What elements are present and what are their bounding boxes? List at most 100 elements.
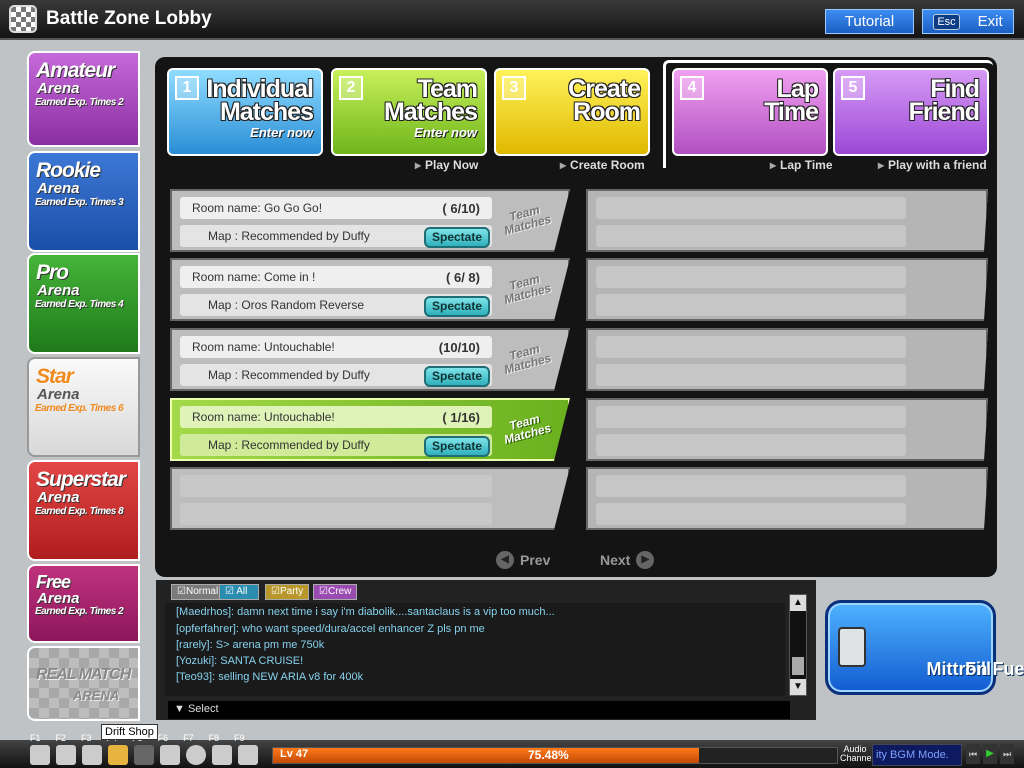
room-count: ( 1/16) [442,410,480,425]
arena-sub: Arena [37,590,80,607]
shortcut-icon[interactable] [30,745,50,765]
spectate-button[interactable]: Spectate [424,436,490,457]
arena-amateur[interactable]: Amateur Arena Earned Exp. Times 2 [27,51,140,147]
chat-scrollbar[interactable]: ▲ ▼ [789,594,807,696]
spectate-button[interactable]: Spectate [424,296,490,317]
enter-now-label: Enter now [414,125,477,140]
arena-exp: Earned Exp. Times 6 [35,403,124,414]
arena-superstar[interactable]: Superstar Arena Earned Exp. Times 8 [27,460,140,561]
mode-lap-time[interactable]: 4 Lap Time [672,68,828,156]
gear-icon[interactable] [186,745,206,765]
shortcut-icons [30,745,258,765]
spectate-button[interactable]: Spectate [424,366,490,387]
empty-field [180,475,492,497]
chat-select-dropdown[interactable]: ▼ Select [168,701,790,719]
shortcut-icon[interactable] [134,745,154,765]
room-name-field: Room name: Come in ! ( 6/ 8) [180,266,492,288]
checkbox-icon: ☑ [177,586,186,597]
fkey-label: F6 [157,733,169,743]
room-mode-tag: Team Matches [500,201,553,237]
select-label: Select [187,703,219,715]
arena-free[interactable]: Free Arena Earned Exp. Times 2 [27,564,140,643]
play-now-link[interactable]: Play Now [415,158,478,172]
chat-tab-normal[interactable]: ☑Normal [171,584,225,600]
tutorial-button[interactable]: Tutorial [825,9,914,34]
mode-find-friend[interactable]: 5 Find Friend [833,68,989,156]
chat-message: [opferfahrer]: who want speed/dura/accel… [176,623,485,635]
audio-channel-button[interactable]: Audio Channel [840,745,874,763]
arena-exp: Earned Exp. Times 2 [35,97,124,108]
tutorial-label: Tutorial [844,13,895,30]
tab-label: All [236,586,248,597]
arena-sub: ARENA [73,688,120,703]
exit-button[interactable]: Esc Exit [922,9,1014,34]
chat-tab-all[interactable]: ☑ All [219,584,259,600]
shortcut-icon[interactable] [212,745,232,765]
checkered-flag-icon [9,5,37,33]
mode-team-matches[interactable]: 2 Team Matches Enter now [331,68,487,156]
xp-bar-fill [273,748,699,763]
room-row[interactable]: Room name: Go Go Go!( 6/10) Map : Recomm… [170,189,570,252]
room-name-field: Room name: Untouchable! ( 1/16) [180,406,492,428]
mode-number: 4 [680,76,704,100]
arena-sub: Arena [37,282,80,299]
next-track-icon[interactable]: ⏭ [1000,744,1014,764]
mode-individual-matches[interactable]: 1 Individual Matches Enter now [167,68,323,156]
shortcut-icon[interactable] [238,745,258,765]
chat-message: [Yozuki]: SANTA CRUISE! [176,655,304,667]
arena-real-match[interactable]: REAL MATCH ARENA [27,646,140,721]
room-slot-empty [586,467,988,530]
mode-title-2: Time [764,98,819,126]
mode-number: 2 [339,76,363,100]
chat-tab-party[interactable]: ☑Party [265,584,310,600]
scroll-thumb[interactable] [792,657,804,675]
fkey-label: F9 [234,733,245,743]
room-name: Room name: Untouchable! [192,340,335,354]
arena-exp: Earned Exp. Times 4 [35,299,124,310]
shortcut-icon[interactable] [56,745,76,765]
play-with-friend-link[interactable]: Play with a friend [878,158,987,172]
fuel-pump-icon [838,627,866,667]
room-slot-empty [586,328,988,391]
prev-button[interactable]: ◀ Prev [496,551,550,569]
level-label: Lv 47 [280,748,309,760]
room-name: Room name: Come in ! [192,270,316,284]
mode-create-room[interactable]: 3 Create Room [494,68,650,156]
xp-percent: 75.48% [528,748,569,762]
mode-number: 3 [502,76,526,100]
room-row[interactable]: Room name: Untouchable! (10/10) Map : Rec… [170,328,570,391]
window-title: Battle Zone Lobby [46,8,212,29]
esc-key-label: Esc [933,13,960,30]
arena-star[interactable]: Star Arena Earned Exp. Times 6 [27,357,140,457]
shortcut-icon[interactable] [160,745,180,765]
room-slot-empty [586,258,988,321]
fkey-label: F3 [81,733,92,743]
arena-exp: Earned Exp. Times 2 [35,606,124,617]
create-room-link[interactable]: Create Room [560,158,645,172]
chat-tab-crew[interactable]: ☑Crew [313,584,358,600]
room-count: (10/10) [438,340,480,355]
arena-exp: Earned Exp. Times 3 [35,197,124,208]
room-row-selected[interactable]: Room name: Untouchable!( 1/16) Map : Rec… [170,398,570,461]
play-icon[interactable]: ▶ [983,744,997,764]
spectate-button[interactable]: Spectate [424,227,490,248]
room-name: Room name: Go Go Go! [192,201,323,215]
scroll-down-icon[interactable]: ▼ [790,679,806,695]
fkey-label: F7 [183,733,194,743]
fill-mittron-fuel-button[interactable]: Fill Mittron Fuel [825,600,1024,695]
scroll-up-icon[interactable]: ▲ [790,595,806,611]
previous-track-icon[interactable]: ⏮ [966,744,980,764]
room-mode-tag: Team Matches [500,270,553,306]
lap-time-link[interactable]: Lap Time [770,158,832,172]
chat-message: [Maedrhos]: damn next time i say i'm dia… [176,606,555,618]
next-button[interactable]: Next ▶ [600,551,655,569]
arena-rookie[interactable]: Rookie Arena Earned Exp. Times 3 [27,151,140,252]
mode-title-2: Matches [383,98,478,126]
arena-pro[interactable]: Pro Arena Earned Exp. Times 4 [27,253,140,354]
drift-shop-icon[interactable] [108,745,128,765]
fkey-label: F2 [55,733,67,743]
room-row[interactable]: Room name: Come in !( 6/ 8) Map : Oros R… [170,258,570,321]
shortcut-icon[interactable] [82,745,102,765]
enter-now-label: Enter now [250,125,313,140]
room-mode-tag: Team Matches [500,410,553,446]
